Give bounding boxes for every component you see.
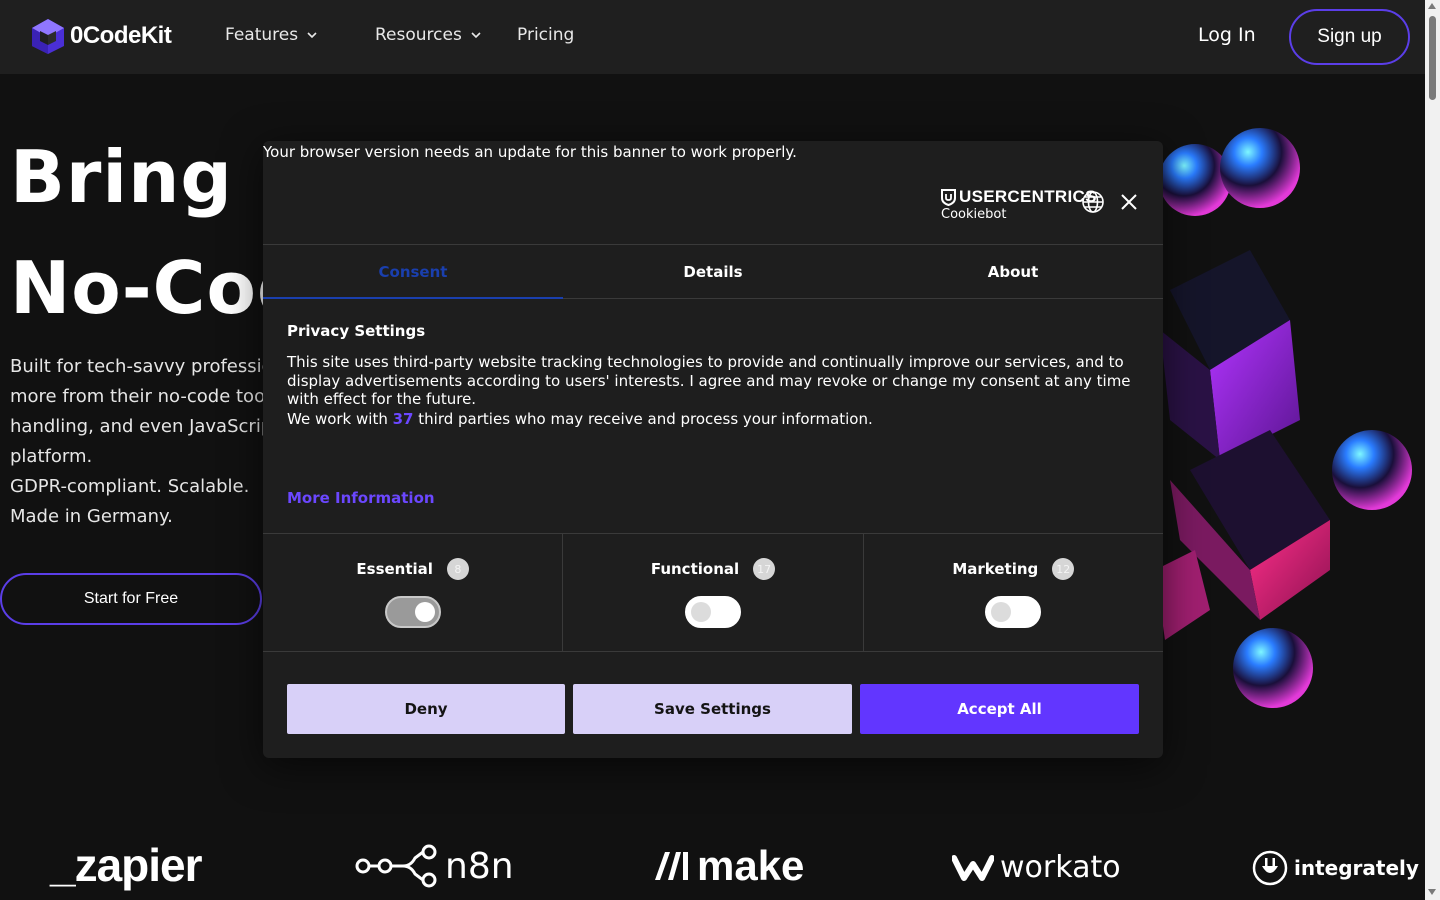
category-label: Marketing (952, 560, 1039, 578)
logo-icon (32, 19, 64, 54)
category-count-badge: 17 (753, 558, 776, 580)
nav-features[interactable]: Features (225, 25, 318, 45)
nav-pricing-label: Pricing (517, 25, 575, 45)
make-icon (655, 852, 688, 880)
accept-all-button[interactable]: Accept All (860, 684, 1139, 734)
hero-description-line: Made in Germany. (10, 506, 173, 527)
integrately-logo: integrately (1252, 850, 1419, 886)
privacy-description: This site uses third-party website track… (287, 353, 1147, 428)
n8n-logo-text: n8n (445, 845, 514, 887)
functional-toggle[interactable] (684, 596, 741, 628)
category-essential: Essential 8 (263, 534, 564, 651)
category-label: Essential (356, 560, 433, 578)
chevron-down-icon (307, 32, 317, 39)
integrately-icon (1252, 850, 1288, 886)
toggle-knob (690, 602, 711, 622)
workato-icon (952, 854, 994, 881)
scroll-down-arrow-icon[interactable] (1428, 889, 1436, 895)
category-functional: Functional 17 (563, 534, 864, 651)
make-logo: make (655, 842, 804, 890)
deny-button[interactable]: Deny (287, 684, 565, 734)
hero-description-line: platform. (10, 446, 93, 467)
cookie-consent-dialog: Your browser version needs an update for… (263, 141, 1163, 758)
category-count-badge: 8 (446, 558, 469, 580)
brand-name: 0CodeKit (70, 22, 172, 49)
close-icon[interactable] (1119, 192, 1139, 212)
zapier-logo: _zapier (50, 838, 203, 892)
tab-about[interactable]: About (863, 245, 1163, 298)
n8n-logo: n8n (355, 844, 514, 888)
nav-resources[interactable]: Resources (375, 25, 482, 45)
hero-description-line: Built for tech-savvy professionals (10, 356, 270, 377)
third-parties-text: We work with 37 third parties who may re… (287, 410, 1147, 429)
brand-logo[interactable]: 0CodeKit (30, 17, 172, 55)
toggle-knob (991, 602, 1012, 622)
essential-toggle[interactable] (384, 596, 441, 628)
integrately-logo-text: integrately (1294, 856, 1419, 880)
category-count-badge: 12 (1052, 558, 1075, 580)
chevron-down-icon (471, 32, 481, 39)
browser-update-notice: Your browser version needs an update for… (263, 143, 797, 161)
scroll-up-arrow-icon[interactable] (1428, 3, 1436, 9)
marketing-toggle[interactable] (985, 596, 1042, 628)
third-parties-suffix: third parties who may receive and proces… (418, 409, 873, 428)
login-link[interactable]: Log In (1198, 24, 1256, 46)
privacy-settings-title: Privacy Settings (287, 322, 426, 340)
signup-button[interactable]: Sign up (1289, 9, 1410, 65)
nav-features-label: Features (225, 25, 299, 45)
usercentrics-logo-text: USERCENTRICS (959, 187, 1097, 206)
page-scrollbar[interactable] (1425, 0, 1440, 900)
category-marketing: Marketing 12 (864, 534, 1163, 651)
start-for-free-button[interactable]: Start for Free (0, 573, 262, 625)
usercentrics-logo: USERCENTRICS Cookiebot (941, 187, 1097, 222)
more-information-link[interactable]: More Information (287, 489, 435, 507)
nav-pricing[interactable]: Pricing (517, 25, 574, 45)
save-settings-button[interactable]: Save Settings (573, 684, 852, 734)
category-label: Functional (650, 560, 740, 578)
scroll-thumb[interactable] (1429, 16, 1436, 100)
make-logo-text: make (697, 842, 805, 889)
hero-description-line: GDPR-compliant. Scalable. (10, 476, 250, 497)
workato-logo-text: workato (1000, 850, 1121, 885)
shield-icon (941, 188, 956, 206)
workato-logo: workato (952, 850, 1121, 885)
cookie-categories: Essential 8 Functional 17 Marketing 12 (263, 533, 1163, 652)
third-parties-prefix: We work with (287, 409, 388, 428)
tab-consent[interactable]: Consent (263, 245, 563, 299)
third-parties-count-link[interactable]: 37 (393, 410, 414, 428)
toggle-knob (414, 602, 435, 622)
hero-description-line: more from their no-code tools (10, 386, 270, 407)
tab-details[interactable]: Details (563, 245, 863, 298)
hero-description-line: handling, and even JavaScript (10, 416, 270, 437)
integration-logos: _zapier n8n make workato integrately (0, 830, 1425, 900)
n8n-icon (355, 844, 437, 888)
nav-resources-label: Resources (375, 25, 462, 45)
consent-tabs: Consent Details About (263, 244, 1163, 299)
site-header: 0CodeKit Features Resources Pricing Log … (0, 0, 1425, 74)
globe-icon[interactable] (1081, 190, 1105, 214)
cookiebot-label: Cookiebot (941, 207, 1007, 222)
privacy-text: This site uses third-party website track… (287, 353, 1131, 408)
hero-description: Built for tech-savvy professionals more … (10, 352, 270, 532)
zapier-logo-text: _zapier (50, 839, 203, 891)
